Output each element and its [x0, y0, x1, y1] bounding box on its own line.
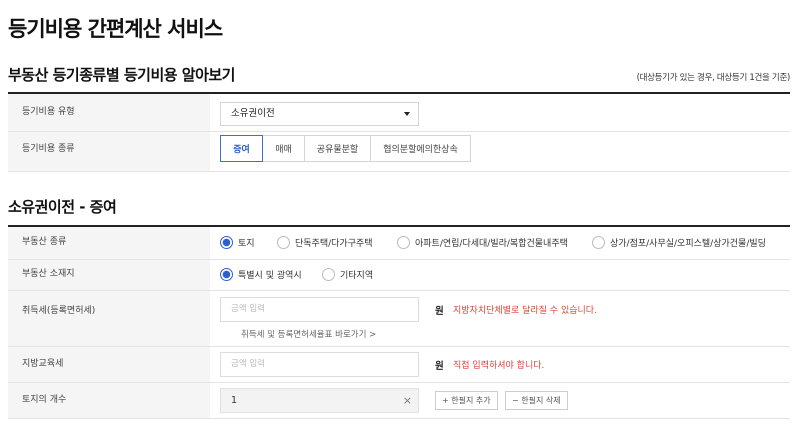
edu-tax-unit: 원	[435, 361, 444, 372]
remove-parcel-button[interactable]: − 한필지 삭제	[505, 391, 568, 410]
location-label: 부동산 소재지	[8, 260, 210, 290]
kind-option-gift[interactable]: 증여	[220, 135, 263, 162]
radio-empty-icon	[397, 236, 410, 249]
kind-option-inheritance[interactable]: 협의분할에의한상속	[371, 135, 471, 162]
land-count-row: 토지의 개수 1 × + 한필지 추가 − 한필지 삭제	[8, 383, 790, 419]
land-count-label: 토지의 개수	[8, 383, 210, 418]
radio-property-apartment[interactable]: 아파트/연립/다세대/빌라/복합건물내주택	[397, 236, 592, 249]
radio-selected-icon	[220, 236, 233, 249]
caret-down-icon	[404, 112, 410, 116]
clear-icon[interactable]: ×	[403, 389, 412, 412]
location-radio-group: 특별시 및 광역시 기타지역	[220, 268, 373, 281]
land-count-input[interactable]: 1 ×	[220, 388, 419, 413]
acq-tax-row: 취득세(등록면허세) 금액 입력 원 지방자치단체별로 달라질 수 있습니다. …	[8, 291, 790, 347]
acq-tax-unit: 원	[435, 306, 444, 317]
lookup-section-title: 부동산 등기종류별 등기비용 알아보기	[8, 66, 235, 84]
acq-tax-label: 취득세(등록면허세)	[8, 291, 210, 346]
tax-rate-table-link[interactable]: 취득세 및 등록면허세율표 바로가기 >	[241, 328, 376, 340]
lookup-section-header: 부동산 등기종류별 등기비용 알아보기 (대상등기가 있는 경우, 대상등기 1…	[8, 64, 790, 85]
kind-label: 등기비용 종류	[8, 132, 210, 171]
radio-empty-icon	[277, 236, 290, 249]
kind-row: 등기비용 종류 증여 매매 공유물분할 협의분할에의한상속	[8, 132, 790, 172]
edu-tax-label: 지방교육세	[8, 347, 210, 382]
location-row: 부동산 소재지 특별시 및 광역시 기타지역	[8, 260, 790, 291]
property-row: 부동산 종류 토지 단독주택/다가구주택 아파트/연립/다세대/빌라/복합건물내…	[8, 227, 790, 260]
radio-property-commercial[interactable]: 상가/점포/사무실/오피스텔/상가건물/빌딩	[592, 236, 766, 249]
radio-property-land[interactable]: 토지	[220, 236, 277, 249]
edu-tax-warning: 직접 입력하셔야 합니다.	[453, 361, 545, 371]
detail-table: 부동산 종류 토지 단독주택/다가구주택 아파트/연립/다세대/빌라/복합건물내…	[8, 225, 790, 419]
detail-section-header: 소유권이전 - 증여	[8, 196, 790, 217]
land-count-value: 1	[231, 395, 238, 406]
radio-location-other[interactable]: 기타지역	[322, 268, 373, 281]
property-label: 부동산 종류	[8, 227, 210, 259]
type-label: 등기비용 유형	[8, 94, 210, 131]
type-select-value: 소유권이전	[231, 108, 275, 119]
kind-option-partition[interactable]: 공유물분할	[305, 135, 371, 162]
radio-empty-icon	[322, 268, 335, 281]
radio-selected-icon	[220, 268, 233, 281]
acq-tax-warning: 지방자치단체별로 달라질 수 있습니다.	[453, 306, 597, 316]
edu-tax-input[interactable]: 금액 입력	[220, 352, 419, 377]
type-row: 등기비용 유형 소유권이전	[8, 94, 790, 132]
edu-tax-row: 지방교육세 금액 입력 원 직접 입력하셔야 합니다.	[8, 347, 790, 383]
page-title: 등기비용 간편계산 서비스	[8, 17, 223, 41]
radio-location-metro[interactable]: 특별시 및 광역시	[220, 268, 322, 281]
radio-property-house[interactable]: 단독주택/다가구주택	[277, 236, 397, 249]
lookup-section-note: (대상등기가 있는 경우, 대상등기 1건을 기준)	[636, 73, 791, 83]
lookup-table: 등기비용 유형 소유권이전 등기비용 종류 증여 매매 공유물분할 협의분할에의…	[8, 92, 790, 172]
radio-empty-icon	[592, 236, 605, 249]
property-radio-group: 토지 단독주택/다가구주택 아파트/연립/다세대/빌라/복합건물내주택 상가/점…	[220, 236, 766, 249]
acq-tax-input[interactable]: 금액 입력	[220, 297, 419, 322]
add-parcel-button[interactable]: + 한필지 추가	[435, 391, 498, 410]
type-select[interactable]: 소유권이전	[220, 102, 419, 126]
detail-section-title: 소유권이전 - 증여	[8, 198, 117, 216]
kind-option-sale[interactable]: 매매	[263, 135, 305, 162]
kind-segmented-control: 증여 매매 공유물분할 협의분할에의한상속	[220, 135, 471, 162]
